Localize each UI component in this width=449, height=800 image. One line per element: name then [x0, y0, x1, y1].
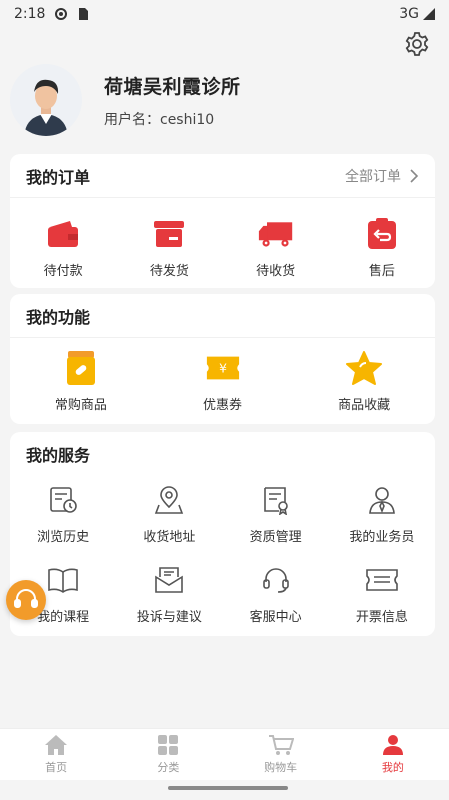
headset-icon	[258, 562, 294, 598]
service-label: 开票信息	[355, 610, 408, 625]
tab-label: 我的	[381, 761, 404, 774]
shipping-address[interactable]: 收货地址	[116, 482, 222, 556]
order-label: 待收货	[256, 264, 296, 279]
home-indicator	[168, 786, 288, 790]
order-label: 售后	[368, 264, 395, 279]
status-bar: 2:18 3G	[0, 0, 449, 28]
complaint-icon	[151, 562, 187, 598]
return-icon	[364, 216, 400, 252]
service-label: 浏览历史	[37, 530, 90, 545]
box-icon	[151, 216, 187, 252]
tab-label: 购物车	[264, 761, 298, 774]
avatar[interactable]	[10, 64, 82, 136]
invoice-icon	[364, 562, 400, 598]
status-time: 2:18	[14, 6, 46, 22]
cart-icon	[268, 735, 294, 755]
coupons[interactable]: ¥ 优惠券	[152, 350, 294, 413]
username-label: 用户名：	[104, 111, 160, 128]
location-icon	[151, 482, 187, 518]
username-value: ceshi10	[160, 111, 215, 128]
tab-mine[interactable]: 我的	[337, 729, 449, 780]
functions-card: 我的功能 常购商品 ¥ 优惠券 商品收藏	[10, 294, 435, 424]
shop-name: 荷塘吴利霞诊所	[104, 75, 241, 98]
function-label: 常购商品	[54, 398, 107, 413]
settings-status-icon	[55, 8, 68, 20]
username-row: 用户名：ceshi10	[104, 109, 241, 129]
truck-icon	[258, 216, 294, 252]
history-icon	[45, 482, 81, 518]
medicine-bag-icon	[63, 350, 99, 386]
tab-label: 首页	[45, 761, 68, 774]
frequent-products[interactable]: 常购商品	[10, 350, 152, 413]
my-salesperson[interactable]: 我的业务员	[329, 482, 435, 556]
category-icon	[158, 735, 179, 755]
service-label: 客服中心	[249, 610, 302, 625]
network-type: 3G	[399, 6, 419, 22]
floating-support-button[interactable]	[6, 580, 46, 620]
order-label: 待发货	[149, 264, 189, 279]
orders-title: 我的订单	[26, 167, 91, 187]
wallet-icon	[45, 216, 81, 252]
service-label: 我的业务员	[349, 530, 415, 545]
book-icon	[45, 562, 81, 598]
order-label: 待付款	[43, 264, 83, 279]
bottom-tab-bar: 首页 分类 购物车 我的	[0, 728, 449, 780]
settings-gear-icon[interactable]	[403, 30, 431, 58]
all-orders-label: 全部订单	[345, 168, 401, 185]
invoice-info[interactable]: 开票信息	[329, 562, 435, 636]
headset-icon	[14, 589, 38, 608]
complaints-suggestions[interactable]: 投诉与建议	[116, 562, 222, 636]
sim-card-icon	[79, 8, 89, 20]
functions-title: 我的功能	[26, 307, 91, 327]
chevron-right-icon	[410, 168, 419, 183]
tab-category[interactable]: 分类	[112, 729, 224, 780]
user-icon	[382, 735, 403, 755]
function-label: 优惠券	[203, 398, 243, 413]
order-pending-receipt[interactable]: 待收货	[223, 216, 329, 279]
all-orders-link[interactable]: 全部订单	[345, 166, 419, 186]
service-label: 我的课程	[37, 610, 90, 625]
certificate-icon	[258, 482, 294, 518]
tab-label: 分类	[157, 761, 180, 774]
order-pending-shipment[interactable]: 待发货	[116, 216, 222, 279]
tab-cart[interactable]: 购物车	[225, 729, 337, 780]
svg-text:¥: ¥	[219, 362, 227, 376]
coupon-icon: ¥	[205, 350, 241, 386]
profile-header: 荷塘吴利霞诊所 用户名：ceshi10	[10, 62, 430, 138]
salesperson-icon	[364, 482, 400, 518]
services-card: 我的服务 浏览历史 收货地址 资质管理 我的业务员 我的课程 投诉与建议 客服中…	[10, 432, 435, 636]
customer-service[interactable]: 客服中心	[223, 562, 329, 636]
orders-card: 我的订单 全部订单 待付款 待发货 待收货 售后	[10, 154, 435, 288]
browse-history[interactable]: 浏览历史	[10, 482, 116, 556]
star-icon	[346, 350, 383, 386]
product-favorites[interactable]: 商品收藏	[293, 350, 435, 413]
home-icon	[45, 735, 68, 755]
services-title: 我的服务	[26, 446, 91, 465]
service-label: 收货地址	[143, 530, 196, 545]
service-label: 资质管理	[249, 530, 302, 545]
tab-home[interactable]: 首页	[0, 729, 112, 780]
order-after-sales[interactable]: 售后	[329, 216, 435, 279]
order-pending-payment[interactable]: 待付款	[10, 216, 116, 279]
signal-icon	[423, 8, 435, 20]
qualification-management[interactable]: 资质管理	[223, 482, 329, 556]
function-label: 商品收藏	[338, 398, 391, 413]
service-label: 投诉与建议	[136, 610, 202, 625]
